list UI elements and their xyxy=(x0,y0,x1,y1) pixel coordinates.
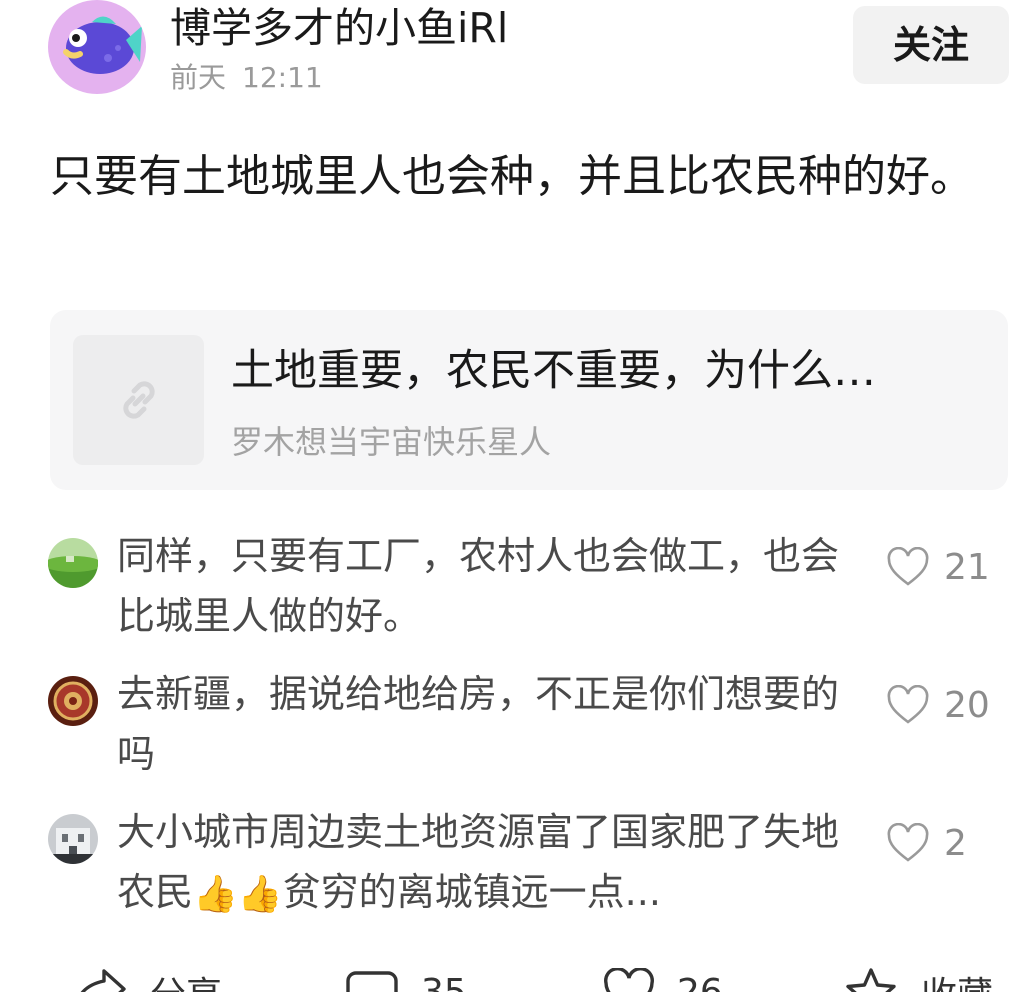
author-avatar[interactable] xyxy=(48,0,146,94)
comment-icon xyxy=(346,971,398,992)
comment-text: 大小城市周边卖土地资源富了国家肥了失地农民👍👍贫穷的离城镇远一点... xyxy=(117,802,847,925)
favorite-label: 收藏 xyxy=(921,966,993,992)
star-icon xyxy=(846,968,896,992)
share-button[interactable]: 分享 xyxy=(70,962,222,992)
comment-like-count: 20 xyxy=(944,684,990,726)
comment-button[interactable]: 35 xyxy=(345,962,467,992)
fish-avatar-icon xyxy=(63,16,142,74)
comment-like-button[interactable]: 2 xyxy=(886,818,967,868)
share-icon xyxy=(80,969,126,992)
comment-like-count: 21 xyxy=(944,546,990,588)
comment-count: 35 xyxy=(421,971,467,992)
comment-like-count: 2 xyxy=(944,822,967,864)
comment-text: 去新疆，据说给地给房，不正是你们想要的吗 xyxy=(117,672,840,776)
link-card[interactable]: 土地重要，农民不重要，为什么… 罗木想当宇宙快乐星人 xyxy=(50,310,1008,490)
comment-avatar[interactable] xyxy=(48,814,98,864)
share-label: 分享 xyxy=(150,966,222,992)
post-date: 前天 xyxy=(170,61,227,94)
heart-icon xyxy=(887,547,929,586)
link-title: 土地重要，农民不重要，为什么… xyxy=(231,346,876,396)
post-text: 只要有土地城里人也会种，并且比农民种的好。 xyxy=(50,151,974,202)
follow-button[interactable]: 关注 xyxy=(853,6,1009,84)
comment-like-button[interactable]: 20 xyxy=(886,680,990,730)
comment-text-part: 贫穷的离城镇远一点... xyxy=(282,870,661,914)
thumbs-up-emoji: 👍 xyxy=(193,873,238,915)
heart-icon xyxy=(604,968,654,992)
link-source: 罗木想当宇宙快乐星人 xyxy=(231,423,552,461)
like-count: 26 xyxy=(677,971,723,992)
favorite-button[interactable]: 收藏 xyxy=(843,962,993,992)
building-avatar-icon xyxy=(48,814,98,864)
landscape-avatar-icon xyxy=(48,538,98,588)
author-name[interactable]: 博学多才的小鱼iRl xyxy=(170,2,508,54)
post-clock: 12:11 xyxy=(242,61,323,94)
like-button[interactable]: 26 xyxy=(603,962,723,992)
heart-icon xyxy=(887,823,929,862)
link-thumbnail xyxy=(73,335,204,465)
comment-text: 同样，只要有工厂，农村人也会做工，也会比城里人做的好。 xyxy=(117,534,840,638)
comment-like-button[interactable]: 21 xyxy=(886,542,990,592)
comment-avatar[interactable] xyxy=(48,538,98,588)
thumbs-up-emoji: 👍 xyxy=(237,873,283,915)
post-time: 前天 12:11 xyxy=(170,58,323,98)
link-icon xyxy=(122,381,155,419)
emblem-avatar-icon xyxy=(48,676,98,726)
comment-avatar[interactable] xyxy=(48,676,98,726)
heart-icon xyxy=(887,685,929,724)
